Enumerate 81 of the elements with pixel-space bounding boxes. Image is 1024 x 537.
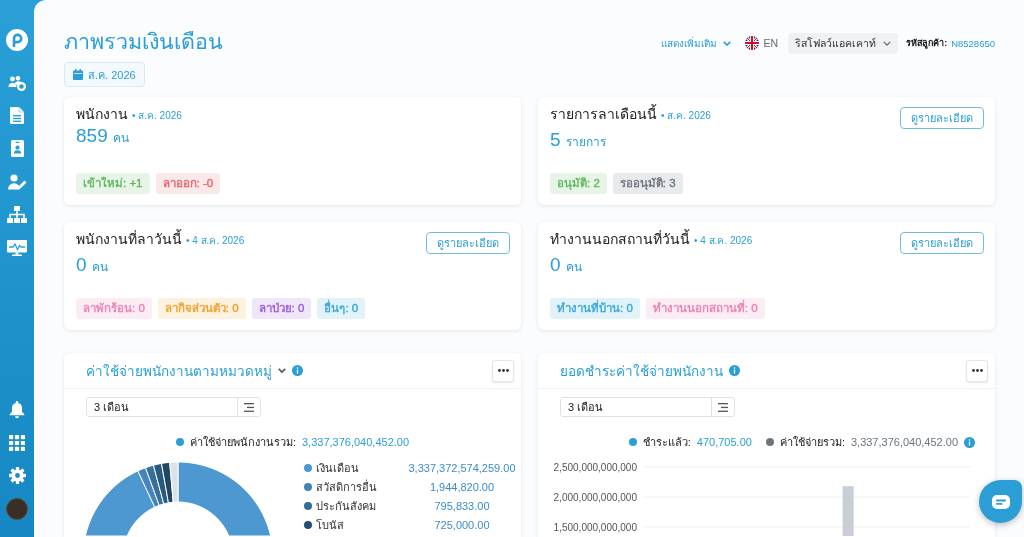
apps-grid-icon[interactable] [9, 434, 25, 451]
count-tag: ทำงานนอกสถานที่: 0 [645, 298, 765, 319]
card-date: • ส.ค. 2026 [661, 109, 711, 123]
card-unit: รายการ [565, 134, 606, 151]
card-value: 859 [76, 125, 108, 147]
category-label: ประกันสังคม [316, 498, 377, 514]
category-value: 1,944,820.00 [428, 480, 496, 493]
count-tag: รออนุมัติ: 3 [612, 173, 683, 194]
show-more-toggle[interactable]: แสดงเพิ่มเติม [660, 35, 731, 51]
card-date: • 4 ส.ค. 2026 [694, 234, 753, 248]
card-unit: คน [112, 130, 129, 147]
more-icon [971, 369, 983, 372]
user-avatar[interactable] [6, 497, 28, 520]
card-value: 0 [550, 254, 561, 276]
category-value: 3,337,372,574,259.00 [407, 461, 517, 474]
account-dropdown[interactable]: ริสโฟลว์แอคเคาท์ [788, 32, 899, 54]
org-chart-icon[interactable] [7, 205, 27, 224]
customer-id-label: รหัสลูกค้า: [906, 37, 948, 50]
chevron-down-icon [722, 40, 731, 46]
legend-label: ค่าใช้จ่ายพนักงานรวม: [189, 435, 296, 450]
monitor-pulse-icon[interactable] [7, 239, 27, 256]
card-date: • ส.ค. 2026 [132, 109, 182, 123]
details-button[interactable]: ดูรายละเอียด [900, 107, 984, 129]
panel-title: ค่าใช้จ่ายพนักงานตามหมวดหมู่ [86, 362, 272, 382]
card-unit: คน [91, 259, 108, 276]
chevron-down-icon [883, 40, 892, 46]
customer-id: N8528650 [951, 37, 995, 49]
category-value: 795,833.00 [433, 499, 491, 512]
category-label: สวัสดิการอื่น [316, 478, 378, 495]
details-button[interactable]: ดูรายละเอียด [426, 232, 510, 254]
legend-label: ค่าใช้จ่ายรวม: [779, 435, 845, 450]
y-axis-label: 2,000,000,000,000 [553, 491, 637, 503]
count-tag: อื่นๆ: 0 [317, 298, 366, 319]
info-icon [292, 365, 303, 376]
list-icon [244, 402, 254, 412]
range-select[interactable]: 3 เดือน [86, 397, 261, 417]
settings-icon[interactable] [8, 467, 26, 484]
range-select[interactable]: 3 เดือน [560, 397, 735, 417]
legend-value: 3,337,376,040,452.00 [302, 436, 410, 448]
count-tag: ลาพักร้อน: 0 [76, 298, 152, 319]
panel-title: ยอดชำระค่าใช้จ่ายพนักงาน [560, 362, 723, 381]
card-title: รายการลาเดือนนี้ [550, 105, 657, 123]
count-tag: ลาออก: -0 [155, 173, 221, 194]
category-value: 725,000.00 [433, 518, 491, 531]
count-tag: ลาป่วย: 0 [251, 298, 312, 319]
card-unit: คน [565, 259, 582, 276]
list-icon [718, 402, 728, 412]
card-value: 0 [76, 254, 87, 276]
bell-icon[interactable] [9, 400, 25, 419]
id-card-icon[interactable] [10, 140, 24, 157]
legend-value: 470,705.00 [696, 436, 752, 448]
category-label: โบนัส [316, 517, 345, 533]
more-options-button[interactable] [492, 359, 514, 382]
card-title: พนักงานที่ลาวันนี้ [76, 230, 182, 248]
card-value: 5 [550, 129, 561, 151]
page-title: ภาพรวมเงินเดือน [64, 29, 223, 56]
document-icon[interactable] [10, 107, 24, 124]
logo-icon[interactable] [6, 29, 28, 51]
card-title: พนักงาน [76, 105, 128, 123]
legend-value: 3,337,376,040,452.00 [850, 436, 958, 448]
language-button[interactable]: EN [744, 36, 779, 50]
count-tag: ทำงานที่บ้าน: 0 [550, 298, 640, 319]
users-gear-icon[interactable] [8, 74, 26, 91]
count-tag: เข้าใหม่: +1 [76, 173, 150, 194]
more-icon [497, 369, 509, 372]
details-button[interactable]: ดูรายละเอียด [900, 232, 984, 254]
count-tag: อนุมัติ: 2 [550, 173, 607, 194]
more-options-button[interactable] [966, 359, 988, 382]
info-icon [729, 365, 740, 376]
category-label: เงินเดือน [316, 460, 360, 476]
y-axis-label: 1,500,000,000,000 [553, 521, 637, 533]
flag-icon [744, 36, 759, 50]
user-edit-icon[interactable] [7, 173, 27, 190]
legend-label: ชำระแล้ว: [642, 435, 691, 450]
card-date: • 4 ส.ค. 2026 [186, 234, 245, 248]
card-title: ทำงานนอกสถานที่วันนี้ [550, 230, 690, 248]
calendar-icon [73, 69, 83, 80]
count-tag: ลากิจส่วนตัว: 0 [157, 298, 246, 319]
y-axis-label: 2,500,000,000,000 [553, 461, 637, 473]
chat-bubble-icon [991, 494, 1010, 509]
period-button[interactable]: ส.ค. 2026 [64, 62, 145, 87]
